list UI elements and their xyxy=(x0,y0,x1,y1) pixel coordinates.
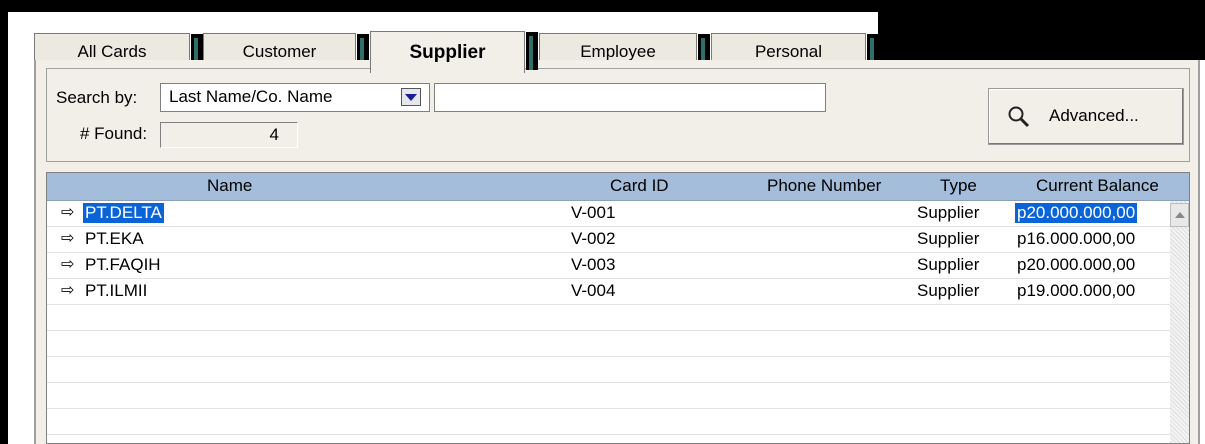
empty-row xyxy=(47,305,1171,331)
scroll-up-arrow-icon[interactable] xyxy=(1170,203,1189,227)
column-header-card-id[interactable]: Card ID xyxy=(610,176,669,196)
row-card-id: V-001 xyxy=(571,203,616,222)
empty-row xyxy=(47,409,1171,435)
row-balance: p20.000.000,00 xyxy=(1015,203,1138,223)
row-type: Supplier xyxy=(917,281,980,300)
chevron-down-icon[interactable] xyxy=(401,88,421,106)
search-input[interactable] xyxy=(434,83,826,112)
advanced-button-label: Advanced... xyxy=(1049,106,1139,125)
found-label: # Found: xyxy=(80,124,148,143)
card-type-tabs: All Cards Customer Supplier Employee Per… xyxy=(0,12,1205,73)
table-row[interactable]: ⇨ PT.EKA V-002 Supplier p16.000.000,00 xyxy=(47,227,1171,253)
empty-row xyxy=(47,357,1171,383)
search-by-dropdown[interactable]: Last Name/Co. Name xyxy=(160,83,430,112)
window-left-border xyxy=(0,0,8,444)
column-header-balance[interactable]: Current Balance xyxy=(1036,176,1159,196)
row-type: Supplier xyxy=(917,255,980,274)
column-header-type[interactable]: Type xyxy=(940,176,977,196)
right-arrow-icon[interactable]: ⇨ xyxy=(61,228,74,248)
row-name: PT.DELTA xyxy=(83,203,164,223)
row-name: PT.ILMII xyxy=(85,281,148,300)
list-header: Name Card ID Phone Number Type Current B… xyxy=(47,173,1189,201)
empty-row xyxy=(47,331,1171,357)
tab-label: All Cards xyxy=(77,42,147,61)
table-row[interactable]: ⇨ PT.FAQIH V-003 Supplier p20.000.000,00 xyxy=(47,253,1171,279)
table-row[interactable]: ⇨ PT.ILMII V-004 Supplier p19.000.000,00 xyxy=(47,279,1171,305)
search-by-value: Last Name/Co. Name xyxy=(169,87,333,106)
row-balance: p16.000.000,00 xyxy=(1017,229,1136,248)
right-arrow-icon[interactable]: ⇨ xyxy=(61,254,74,274)
advanced-search-button[interactable]: Advanced... xyxy=(988,88,1184,145)
found-count: 4 xyxy=(269,125,279,144)
window-top-border xyxy=(0,0,1205,12)
row-name: PT.FAQIH xyxy=(85,255,161,274)
row-type: Supplier xyxy=(917,203,980,222)
search-by-label: Search by: xyxy=(56,88,138,107)
column-header-name[interactable]: Name xyxy=(207,176,252,196)
row-card-id: V-002 xyxy=(571,229,616,248)
empty-row xyxy=(47,383,1171,409)
vertical-scrollbar[interactable] xyxy=(1170,201,1189,443)
row-balance: p20.000.000,00 xyxy=(1017,255,1136,274)
row-card-id: V-004 xyxy=(571,281,616,300)
row-type: Supplier xyxy=(917,229,980,248)
tab-label: Employee xyxy=(580,42,656,61)
row-balance: p19.000.000,00 xyxy=(1017,281,1136,300)
tab-separator xyxy=(526,32,538,70)
tab-supplier[interactable]: Supplier xyxy=(370,31,538,73)
right-arrow-icon[interactable]: ⇨ xyxy=(61,280,74,300)
right-arrow-icon[interactable]: ⇨ xyxy=(61,202,74,222)
table-row[interactable]: ⇨ PT.DELTA V-001 Supplier p20.000.000,00 xyxy=(47,201,1171,227)
cards-list: Name Card ID Phone Number Type Current B… xyxy=(46,172,1190,444)
tab-label: Personal xyxy=(754,42,823,61)
magnifier-icon xyxy=(1008,106,1030,128)
tab-label: Customer xyxy=(242,42,317,61)
row-name: PT.EKA xyxy=(85,229,144,248)
found-count-field: 4 xyxy=(160,122,298,148)
tab-label: Supplier xyxy=(409,42,486,63)
row-card-id: V-003 xyxy=(571,255,616,274)
column-header-phone[interactable]: Phone Number xyxy=(767,176,881,196)
